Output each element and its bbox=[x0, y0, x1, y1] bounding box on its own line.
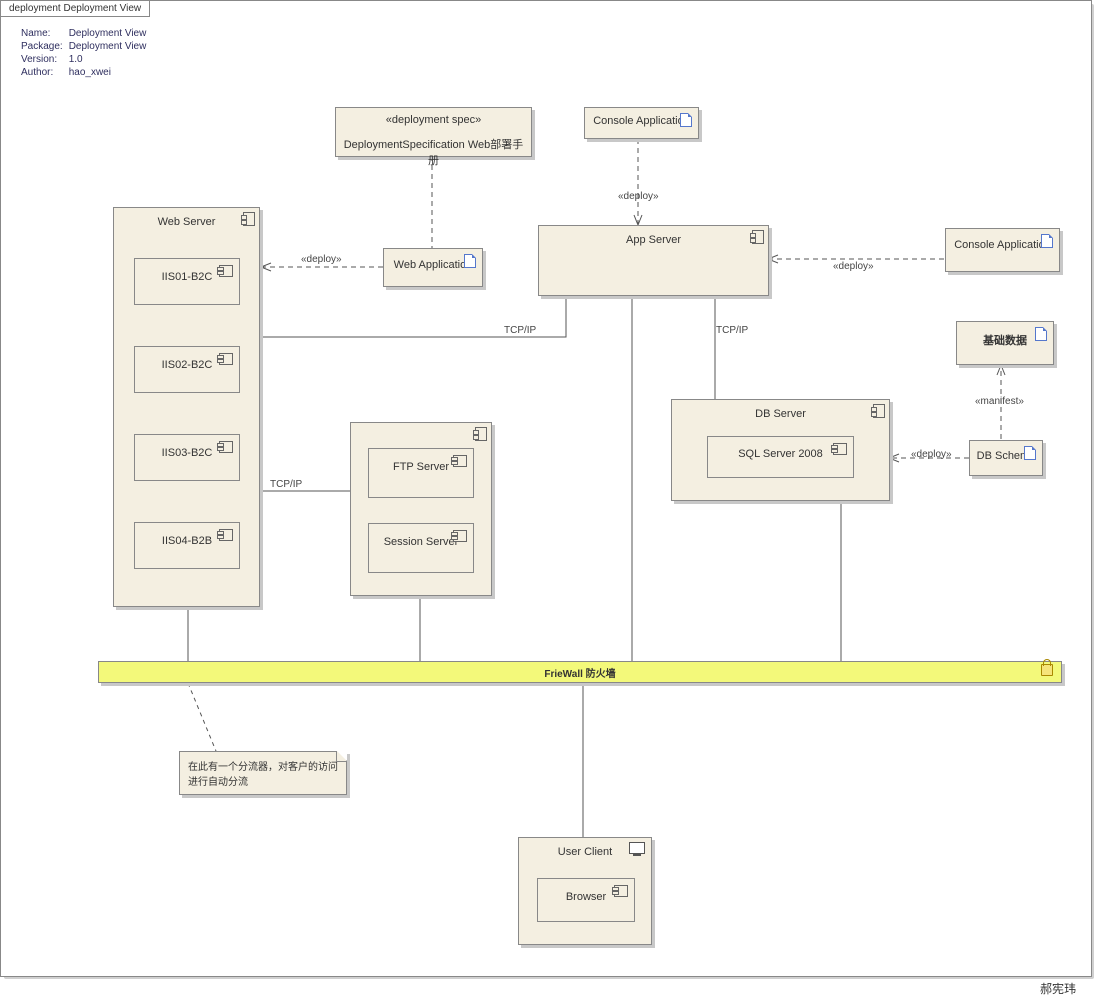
console-app-top-artifact[interactable]: Console Application bbox=[584, 107, 699, 139]
deployment-spec-artifact[interactable]: «deployment spec» DeploymentSpecificatio… bbox=[335, 107, 532, 157]
web-application-artifact[interactable]: Web Application bbox=[383, 248, 483, 287]
node-icon bbox=[873, 404, 885, 418]
component-icon bbox=[614, 885, 628, 897]
document-icon bbox=[680, 113, 692, 127]
component-icon bbox=[219, 265, 233, 277]
deploy-label-3: «deploy» bbox=[833, 261, 874, 272]
ftp-server-component[interactable]: FTP Server bbox=[368, 448, 474, 498]
deploy-label-1: «deploy» bbox=[301, 254, 342, 265]
tcpip-label-1: TCP/IP bbox=[504, 325, 536, 336]
node-icon bbox=[243, 212, 255, 226]
document-icon bbox=[1035, 327, 1047, 341]
browser-component[interactable]: Browser bbox=[537, 878, 635, 922]
document-icon bbox=[464, 254, 476, 268]
component-icon bbox=[833, 443, 847, 455]
app-server-node[interactable]: App Server bbox=[538, 225, 769, 296]
component-icon bbox=[453, 455, 467, 467]
diagram-frame: deployment Deployment View Name:Deployme… bbox=[0, 0, 1092, 977]
component-icon bbox=[219, 529, 233, 541]
sql-server-component[interactable]: SQL Server 2008 bbox=[707, 436, 854, 478]
component-icon bbox=[453, 530, 467, 542]
deployment-spec-name: DeploymentSpecification Web部署手册 bbox=[336, 136, 531, 178]
deployment-spec-stereo: «deployment spec» bbox=[336, 108, 531, 136]
iis03-component[interactable]: IIS03-B2C bbox=[134, 434, 240, 481]
document-icon bbox=[1041, 234, 1053, 248]
author-signature: 郝宪玮 bbox=[1040, 980, 1076, 997]
document-icon bbox=[1024, 446, 1036, 460]
lock-icon bbox=[1041, 664, 1053, 676]
web-server-title: Web Server bbox=[114, 208, 259, 228]
deploy-label-2: «deploy» bbox=[618, 191, 659, 202]
db-server-title: DB Server bbox=[672, 400, 889, 420]
iis02-component[interactable]: IIS02-B2C bbox=[134, 346, 240, 393]
console-app-right-artifact[interactable]: Console Application bbox=[945, 228, 1060, 272]
app-server-title: App Server bbox=[539, 226, 768, 246]
iis04-component[interactable]: IIS04-B2B bbox=[134, 522, 240, 569]
session-server-component[interactable]: Session Server bbox=[368, 523, 474, 573]
component-icon bbox=[219, 441, 233, 453]
web-server-node[interactable]: Web Server IIS01-B2C IIS02-B2C IIS03-B2C… bbox=[113, 207, 260, 607]
tcpip-label-3: TCP/IP bbox=[270, 479, 302, 490]
base-data-artifact[interactable]: 基础数据 bbox=[956, 321, 1054, 365]
diagram-canvas: «deployment spec» DeploymentSpecificatio… bbox=[1, 1, 1091, 976]
tcpip-label-2: TCP/IP bbox=[716, 325, 748, 336]
iis01-component[interactable]: IIS01-B2C bbox=[134, 258, 240, 305]
page: deployment Deployment View Name:Deployme… bbox=[0, 0, 1113, 1007]
deploy-label-4: «deploy» bbox=[911, 449, 952, 460]
manifest-label: «manifest» bbox=[975, 396, 1024, 407]
node-icon bbox=[752, 230, 764, 244]
user-client-node[interactable]: User Client Browser bbox=[518, 837, 652, 945]
db-server-node[interactable]: DB Server SQL Server 2008 bbox=[671, 399, 890, 501]
ftp-session-node[interactable]: FTP Server Session Server bbox=[350, 422, 492, 596]
firewall-boundary[interactable]: FrieWall 防火墙 bbox=[98, 661, 1062, 683]
component-icon bbox=[219, 353, 233, 365]
node-icon bbox=[475, 427, 487, 441]
screen-icon bbox=[629, 842, 645, 854]
splitter-note-text: 在此有一个分流器，对客户的访问进行自动分流 bbox=[188, 762, 338, 788]
db-schema-artifact[interactable]: DB Schema bbox=[969, 440, 1043, 476]
splitter-note: 在此有一个分流器，对客户的访问进行自动分流 bbox=[179, 751, 347, 795]
firewall-label: FrieWall 防火墙 bbox=[99, 662, 1061, 680]
